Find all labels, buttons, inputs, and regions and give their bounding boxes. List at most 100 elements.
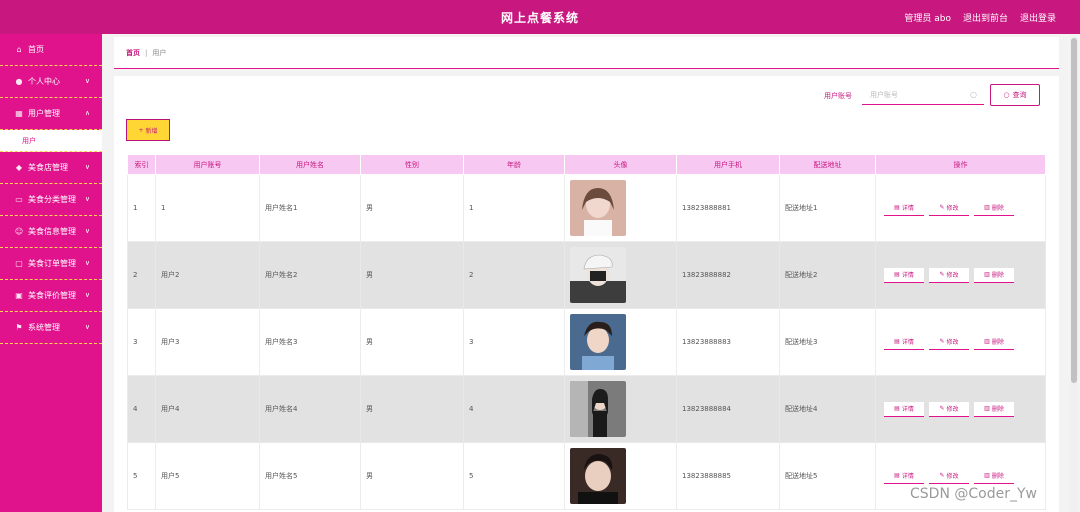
document-icon: ▤ [894, 204, 900, 211]
detail-button[interactable]: ▤ 详情 [884, 200, 924, 216]
detail-button-label: 详情 [901, 272, 914, 279]
search-input[interactable] [862, 85, 984, 105]
chevron-down-icon: ∨ [84, 291, 90, 299]
cell-avatar [564, 375, 677, 443]
table-header-row: 索引 用户账号 用户姓名 性别 年龄 头像 用户手机 配送地址 操作 [127, 154, 1046, 175]
delete-button-label: 删除 [991, 205, 1004, 212]
cell-index: 2 [127, 241, 156, 309]
delete-button-label: 删除 [991, 406, 1004, 413]
sidebar-item-personal-center[interactable]: ● 个人中心 ∨ [0, 66, 102, 98]
sidebar-item-home[interactable]: ⌂ 首页 [0, 34, 102, 66]
trash-icon: ▥ [984, 204, 990, 211]
column-header[interactable]: 年龄 [463, 154, 565, 175]
delete-button[interactable]: ▥ 删除 [974, 334, 1014, 350]
sidebar-item-label: 用户管理 [28, 109, 60, 118]
cell-index: 3 [127, 308, 156, 376]
column-header[interactable]: 头像 [564, 154, 677, 175]
sidebar-item-label: 首页 [28, 45, 44, 54]
document-icon: ▤ [894, 472, 900, 479]
cell-gender: 男 [360, 375, 464, 443]
detail-button[interactable]: ▤ 详情 [884, 267, 924, 283]
sidebar-item-category-management[interactable]: ▭ 美食分类管理 ∨ [0, 184, 102, 216]
detail-button[interactable]: ▤ 详情 [884, 334, 924, 350]
sidebar-item-system-management[interactable]: ⚑ 系统管理 ∨ [0, 312, 102, 344]
trash-icon: ▥ [984, 472, 990, 479]
cell-gender: 男 [360, 308, 464, 376]
cell-gender: 男 [360, 241, 464, 309]
delete-button[interactable]: ▥ 删除 [974, 200, 1014, 216]
main-content: 首页 | 用户 用户账号 ○ ○ 查询 + 新增 索引 用户账号 用户姓名 [102, 34, 1080, 512]
search-button[interactable]: ○ 查询 [990, 84, 1040, 106]
document-icon: ▤ [894, 405, 900, 412]
sidebar-item-label: 美食信息管理 [28, 227, 76, 236]
cell-age: 2 [463, 241, 565, 309]
cell-actions: ▤ 详情 ✎ 修改 ▥ 删除 [875, 241, 1046, 309]
chevron-down-icon: ∨ [84, 77, 90, 85]
scrollbar-thumb[interactable] [1071, 38, 1077, 383]
table-row[interactable]: 3 用户3 用户姓名3 男 3 13823888883 配送地址3 ▤ 详情 ✎… [127, 308, 1046, 376]
search-label: 用户账号 [824, 92, 852, 100]
edit-icon: ✎ [939, 405, 945, 412]
detail-button[interactable]: ▤ 详情 [884, 401, 924, 417]
trash-icon: ▥ [984, 405, 990, 412]
breadcrumb-current: 用户 [152, 48, 167, 57]
sidebar-subitem-user[interactable]: 用户 [0, 130, 102, 152]
edit-icon: ✎ [939, 204, 945, 211]
column-header[interactable]: 用户手机 [676, 154, 780, 175]
delete-button-label: 删除 [991, 473, 1004, 480]
edit-button[interactable]: ✎ 修改 [929, 401, 969, 417]
delete-button[interactable]: ▥ 删除 [974, 401, 1014, 417]
watermark: CSDN @Coder_Yw [910, 486, 1037, 502]
cell-index: 5 [127, 442, 156, 510]
column-header[interactable]: 索引 [127, 154, 156, 175]
cell-gender: 男 [360, 442, 464, 510]
table-row[interactable]: 2 用户2 用户姓名2 男 2 13823888882 配送地址2 ▤ 详情 ✎… [127, 241, 1046, 309]
table-row[interactable]: 4 用户4 用户姓名4 男 4 13823888884 配送地址4 ▤ 详情 ✎… [127, 375, 1046, 443]
column-header[interactable]: 操作 [875, 154, 1046, 175]
edit-icon: ✎ [939, 271, 945, 278]
document-icon: ▤ [894, 338, 900, 345]
cell-avatar [564, 308, 677, 376]
delete-button[interactable]: ▥ 删除 [974, 267, 1014, 283]
table-row[interactable]: 5 用户5 用户姓名5 男 5 13823888885 配送地址5 ▤ 详情 ✎… [127, 442, 1046, 510]
edit-icon: ✎ [939, 472, 945, 479]
trash-icon: ▥ [984, 338, 990, 345]
delete-button-label: 删除 [991, 272, 1004, 279]
delete-button[interactable]: ▥ 删除 [974, 468, 1014, 484]
sidebar-item-label: 美食店管理 [28, 163, 68, 172]
breadcrumb-home[interactable]: 首页 [126, 48, 140, 58]
chevron-down-icon: ∨ [84, 323, 90, 331]
avatar [570, 314, 626, 370]
cell-avatar [564, 442, 677, 510]
table-row[interactable]: 1 1 用户姓名1 男 1 13823888881 配送地址1 ▤ 详情 ✎ 修… [127, 174, 1046, 242]
detail-button[interactable]: ▤ 详情 [884, 468, 924, 484]
column-header[interactable]: 性别 [360, 154, 464, 175]
edit-button[interactable]: ✎ 修改 [929, 267, 969, 283]
sidebar-item-label: 个人中心 [28, 77, 60, 86]
edit-button-label: 修改 [946, 205, 959, 212]
sidebar-item-user-management[interactable]: ▦ 用户管理 ∧ [0, 98, 102, 130]
column-header[interactable]: 用户账号 [155, 154, 260, 175]
chevron-down-icon: ∨ [84, 163, 90, 171]
logout-link[interactable]: 退出登录 [1020, 11, 1056, 24]
cell-name: 用户姓名1 [259, 174, 361, 242]
column-header[interactable]: 配送地址 [779, 154, 876, 175]
search-icon: ○ [970, 90, 977, 99]
cell-avatar [564, 174, 677, 242]
edit-button[interactable]: ✎ 修改 [929, 468, 969, 484]
edit-button[interactable]: ✎ 修改 [929, 334, 969, 350]
add-button[interactable]: + 新增 [126, 119, 170, 141]
back-to-front-link[interactable]: 退出到前台 [963, 11, 1008, 24]
sidebar-item-order-management[interactable]: ▢ 美食订单管理 ∨ [0, 248, 102, 280]
delete-button-label: 删除 [991, 339, 1004, 346]
home-icon: ⌂ [16, 44, 22, 54]
sidebar-item-food-info-management[interactable]: ☺ 美食信息管理 ∨ [0, 216, 102, 248]
content-panel: 用户账号 ○ ○ 查询 + 新增 索引 用户账号 用户姓名 性别 年龄 [114, 76, 1059, 512]
edit-button[interactable]: ✎ 修改 [929, 200, 969, 216]
column-header[interactable]: 用户姓名 [259, 154, 361, 175]
page-scrollbar[interactable] [1070, 36, 1078, 512]
sidebar-item-label: 系统管理 [28, 323, 60, 332]
sidebar-item-store-management[interactable]: ◆ 美食店管理 ∨ [0, 152, 102, 184]
edit-button-label: 修改 [946, 406, 959, 413]
sidebar-item-review-management[interactable]: ▣ 美食评价管理 ∨ [0, 280, 102, 312]
